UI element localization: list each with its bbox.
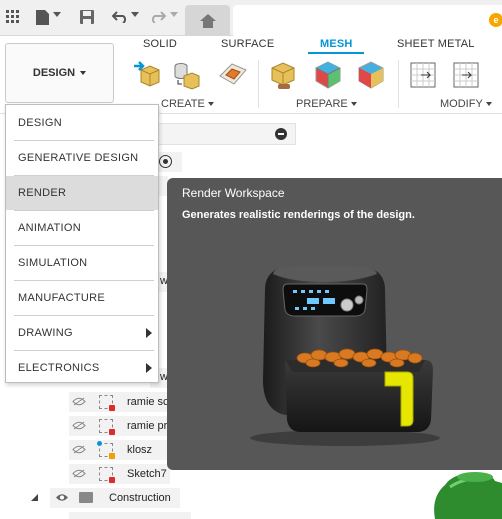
menu-item-electronics[interactable]: ELECTRONICS	[6, 351, 158, 385]
redo-icon[interactable]	[149, 8, 167, 26]
insert-mesh-icon[interactable]	[133, 60, 163, 90]
expand-triangle-icon[interactable]	[31, 494, 38, 501]
create-mesh-icon[interactable]	[170, 60, 200, 90]
workspace-menu: DESIGN GENERATIVE DESIGN RENDER ANIMATIO…	[5, 104, 159, 383]
grid-menu-icon[interactable]	[4, 8, 22, 26]
tooltip-description: Generates realistic renderings of the de…	[182, 209, 415, 221]
notification-badge[interactable]: e	[489, 13, 502, 27]
sketch-icon	[97, 441, 115, 459]
eye-hidden-icon[interactable]	[72, 445, 86, 454]
air-fryer-render-image	[250, 266, 440, 446]
chevron-down-icon	[485, 102, 492, 106]
home-icon	[199, 13, 216, 28]
undo-icon[interactable]	[111, 8, 129, 26]
file-caret-icon[interactable]	[53, 12, 61, 17]
toolbar-separator	[398, 60, 399, 108]
eye-hidden-icon[interactable]	[72, 421, 86, 430]
submenu-arrow-icon	[146, 328, 152, 338]
workspace-tooltip: Render Workspace Generates realistic ren…	[167, 178, 502, 470]
eye-hidden-icon[interactable]	[72, 397, 86, 406]
combine-face-groups-icon[interactable]	[356, 60, 386, 90]
tab-solid[interactable]: SOLID	[143, 38, 177, 50]
sketch-icon	[99, 419, 115, 435]
lock-icon	[109, 453, 115, 459]
browser-collapse-icon[interactable]	[275, 128, 287, 140]
save-icon[interactable]	[78, 8, 96, 26]
tree-label: ramie pr	[127, 420, 168, 432]
workspace-switcher-label: DESIGN	[32, 67, 76, 79]
group-modify-label: MODIFY	[440, 98, 483, 110]
tessellate-icon[interactable]	[218, 60, 248, 90]
chevron-down-icon	[350, 102, 357, 106]
chevron-down-icon	[207, 102, 214, 106]
group-prepare-label: PREPARE	[296, 98, 348, 110]
tab-surface[interactable]: SURFACE	[221, 38, 274, 50]
tab-sheet-metal[interactable]: SHEET METAL	[397, 38, 475, 50]
activate-radio-icon[interactable]	[159, 155, 172, 168]
group-modify[interactable]: MODIFY	[440, 98, 492, 110]
document-tab[interactable]	[233, 5, 502, 36]
group-prepare[interactable]: PREPARE	[296, 98, 357, 110]
quick-access-bar: e	[0, 0, 502, 36]
eye-hidden-icon[interactable]	[72, 469, 86, 478]
sketch-icon	[99, 395, 115, 411]
menu-item-label: ELECTRONICS	[18, 362, 100, 374]
generate-face-groups-icon[interactable]	[313, 60, 343, 90]
tree-label: Sketch7	[127, 468, 167, 480]
toolbar-separator	[258, 60, 259, 108]
active-tab-indicator	[308, 52, 364, 54]
submenu-arrow-icon	[146, 363, 152, 373]
menu-item-label: DRAWING	[18, 327, 73, 339]
folder-icon	[79, 492, 93, 503]
toolbar: DESIGN SOLID SURFACE MESH SHEET METAL CR…	[0, 36, 502, 114]
tab-mesh[interactable]: MESH	[320, 38, 353, 50]
file-icon[interactable]	[33, 8, 51, 26]
green-bottle-model[interactable]	[415, 467, 502, 519]
menu-item-animation[interactable]: ANIMATION	[6, 211, 158, 245]
tree-label: Construction	[109, 492, 171, 504]
menu-item-simulation[interactable]: SIMULATION	[6, 246, 158, 280]
menu-item-label: ANIMATION	[18, 222, 81, 234]
workspace-switcher-button[interactable]: DESIGN	[5, 43, 114, 103]
plane-cut-icon[interactable]	[408, 60, 438, 90]
sketch-icon	[99, 467, 115, 483]
notification-badge-label: e	[493, 15, 499, 25]
menu-item-render[interactable]: RENDER	[6, 176, 158, 210]
redo-caret-icon[interactable]	[170, 12, 178, 17]
menu-item-label: GENERATIVE DESIGN	[18, 152, 139, 164]
lock-icon	[109, 405, 115, 411]
repair-icon[interactable]	[268, 60, 298, 90]
menu-item-drawing[interactable]: DRAWING	[6, 316, 158, 350]
home-tab[interactable]	[185, 5, 230, 36]
menu-item-label: SIMULATION	[18, 257, 88, 269]
menu-item-manufacture[interactable]: MANUFACTURE	[6, 281, 158, 315]
tree-row[interactable]	[69, 512, 191, 519]
chevron-down-icon	[80, 71, 87, 75]
menu-item-design[interactable]: DESIGN	[6, 106, 158, 140]
undo-caret-icon[interactable]	[131, 12, 139, 17]
lock-icon	[109, 477, 115, 483]
eye-icon[interactable]	[55, 493, 69, 502]
group-create-label: CREATE	[161, 98, 205, 110]
lock-icon	[109, 429, 115, 435]
group-create[interactable]: CREATE	[161, 98, 214, 110]
menu-item-label: DESIGN	[18, 117, 62, 129]
reverse-normal-icon[interactable]	[451, 60, 481, 90]
tree-label: ramie sc	[127, 396, 169, 408]
tooltip-title: Render Workspace	[182, 186, 285, 200]
menu-item-label: MANUFACTURE	[18, 292, 106, 304]
menu-item-label: RENDER	[18, 187, 67, 199]
menu-item-generative-design[interactable]: GENERATIVE DESIGN	[6, 141, 158, 175]
tree-label: klosz	[127, 444, 153, 456]
sketch-point-icon	[97, 441, 102, 446]
